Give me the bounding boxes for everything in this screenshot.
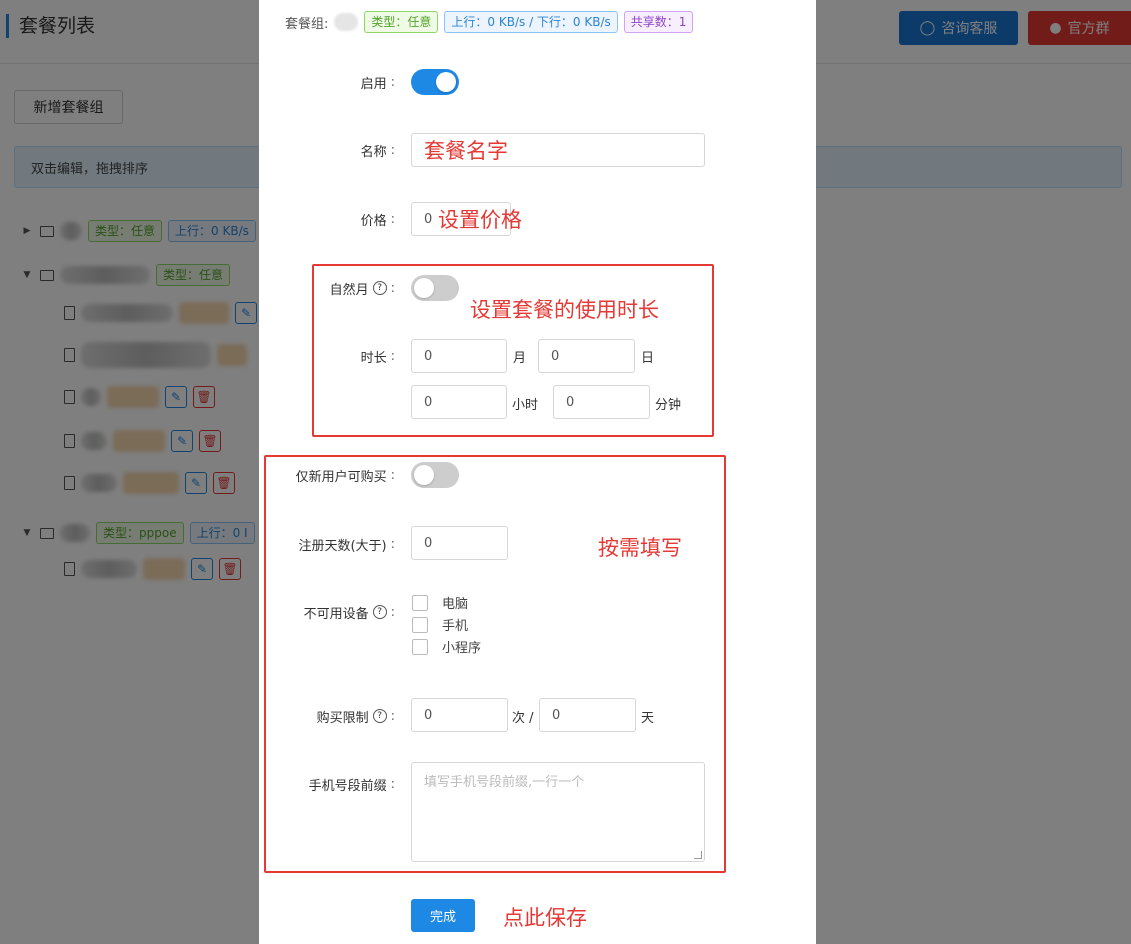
colon: :	[390, 211, 395, 227]
price-label-text: 价格	[360, 213, 387, 229]
name-label: 名称:	[259, 141, 395, 160]
enable-label: 启用:	[259, 73, 395, 92]
group-label: 套餐组:	[285, 16, 329, 32]
switch-knob	[436, 72, 456, 92]
enable-label-text: 启用	[360, 76, 387, 92]
blurred-group-name	[334, 13, 359, 31]
highlight-duration-box	[312, 264, 714, 437]
colon: :	[390, 74, 395, 90]
tag-type: 类型：任意	[364, 11, 439, 33]
price-label: 价格:	[259, 210, 395, 229]
enable-switch[interactable]	[411, 69, 459, 95]
annotation-price: 设置价格	[438, 208, 522, 232]
colon: :	[390, 142, 395, 158]
annotation-name: 套餐名字	[424, 139, 508, 163]
tag-rate: 上行：0 KB/s / 下行：0 KB/s	[444, 11, 618, 33]
modal-header: 套餐组: 类型：任意 上行：0 KB/s / 下行：0 KB/s 共享数：1	[285, 11, 694, 33]
tag-share: 共享数：1	[623, 11, 694, 33]
name-label-text: 名称	[360, 144, 387, 160]
done-button[interactable]: 完成	[411, 899, 475, 932]
annotation-save: 点此保存	[503, 906, 587, 930]
highlight-optional-box	[264, 455, 726, 873]
